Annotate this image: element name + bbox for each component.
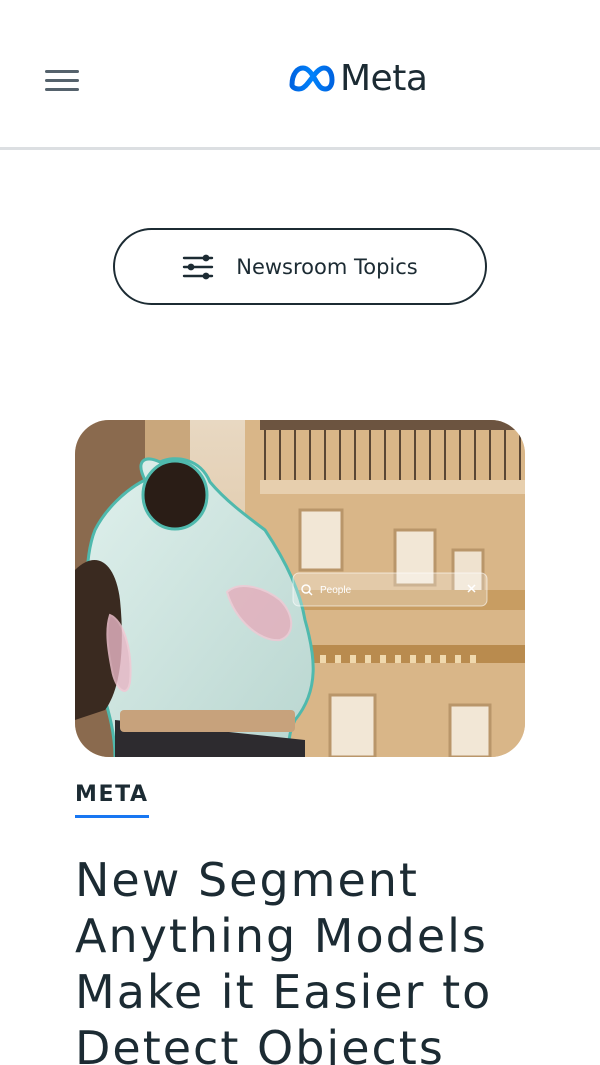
meta-infinity-logo-icon [289,65,335,92]
meta-logo-text: Meta [340,57,428,99]
site-header: Meta [0,0,600,150]
newsroom-topics-label: Newsroom Topics [236,254,418,279]
meta-logo[interactable]: Meta [288,56,428,100]
segment-anything-illustration: People [75,420,525,757]
hamburger-menu-icon[interactable] [40,64,84,100]
article-headline[interactable]: New Segment Anything Models Make it Easi… [75,852,555,1065]
newsroom-topics-button[interactable]: Newsroom Topics [113,228,487,305]
article-category-link[interactable]: META [75,782,149,818]
article-hero-image[interactable]: People [75,420,525,757]
filter-sliders-icon [183,254,214,279]
image-search-placeholder: People [320,585,352,596]
